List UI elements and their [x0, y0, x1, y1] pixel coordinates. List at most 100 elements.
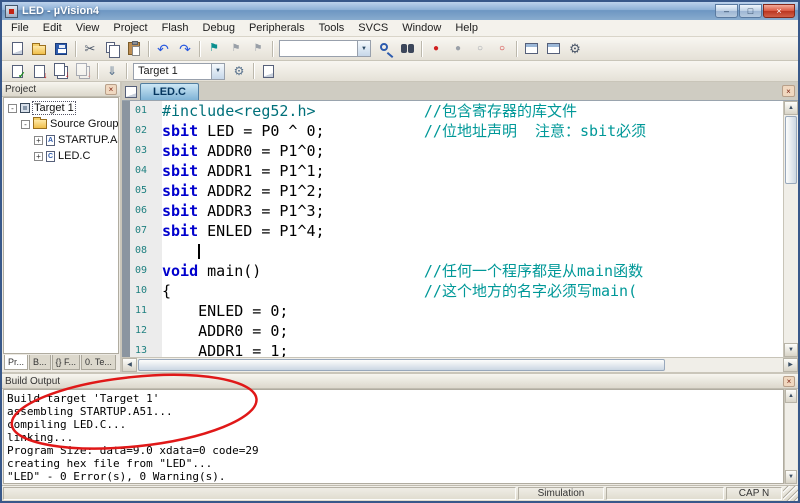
rebuild-all-button[interactable]: [50, 61, 72, 81]
panel-tab-pr[interactable]: Pr...: [4, 355, 28, 370]
build-output-window-button[interactable]: [542, 39, 564, 59]
find-in-files-button[interactable]: [396, 39, 418, 59]
batch-build-button[interactable]: [72, 61, 94, 81]
build-output-close-icon[interactable]: ×: [783, 376, 795, 387]
build-target-button[interactable]: [28, 61, 50, 81]
project-tree[interactable]: -Target 1-Source Group 1+ASTARTUP.A51+CL…: [3, 97, 119, 354]
vertical-scroll-thumb[interactable]: [785, 116, 797, 184]
resize-grip[interactable]: [783, 486, 798, 501]
tree-item-target-1[interactable]: -Target 1: [4, 100, 118, 116]
editor-code[interactable]: 01#include<reg52.h> //包含寄存器的库文件02sbit LE…: [122, 101, 783, 357]
editor-horizontal-scrollbar[interactable]: ◀ ▶: [122, 357, 798, 372]
scroll-track[interactable]: [784, 185, 798, 343]
bookmark-prev-button[interactable]: ⚑: [225, 39, 247, 59]
build-output-window-icon: [547, 43, 560, 54]
find-button[interactable]: [374, 39, 396, 59]
breakpoint-enable-all-button[interactable]: ○: [469, 39, 491, 59]
undo-icon: ↶: [157, 42, 169, 56]
menu-file[interactable]: File: [4, 20, 36, 36]
menu-edit[interactable]: Edit: [36, 20, 69, 36]
cut-button[interactable]: ✂: [79, 39, 101, 59]
close-button[interactable]: ×: [763, 4, 795, 18]
scroll-down-icon[interactable]: ▼: [784, 343, 798, 357]
menu-help[interactable]: Help: [448, 20, 485, 36]
code-line-08[interactable]: 08: [122, 241, 783, 261]
breakpoint-kill-all-icon: ○: [499, 44, 505, 54]
build-output-line: Program Size: data=9.0 xdata=0 code=29: [7, 444, 780, 457]
chevron-down-icon[interactable]: ▼: [357, 41, 370, 56]
code-line-02[interactable]: 02sbit LED = P0 ^ 0; //位地址声明 注意：sbit必须: [122, 121, 783, 141]
bookmark-next-button[interactable]: ⚑: [247, 39, 269, 59]
code-text: sbit ADDR0 = P1^0;: [162, 141, 325, 161]
menu-project[interactable]: Project: [106, 20, 154, 36]
collapse-icon[interactable]: -: [21, 120, 30, 129]
scroll-right-icon[interactable]: ▶: [783, 358, 798, 372]
breakpoint-kill-all-button[interactable]: ○: [491, 39, 513, 59]
maximize-button[interactable]: □: [739, 4, 762, 18]
code-line-05[interactable]: 05sbit ADDR2 = P1^2;: [122, 181, 783, 201]
code-line-06[interactable]: 06sbit ADDR3 = P1^3;: [122, 201, 783, 221]
titlebar[interactable]: LED - µVision4 – □ ×: [2, 2, 798, 20]
copy-button[interactable]: [101, 39, 123, 59]
new-file-button[interactable]: [6, 39, 28, 59]
target-select[interactable]: Target 1▼: [133, 63, 225, 80]
breakpoint-disable-button[interactable]: ●: [447, 39, 469, 59]
menu-debug[interactable]: Debug: [196, 20, 242, 36]
code-line-04[interactable]: 04sbit ADDR1 = P1^1;: [122, 161, 783, 181]
project-window-button[interactable]: [520, 39, 542, 59]
code-line-10[interactable]: 10{ //这个地方的名字必须写main(: [122, 281, 783, 301]
scroll-up-icon[interactable]: ▲: [784, 101, 798, 115]
code-line-13[interactable]: 13 ADDR1 = 1;: [122, 341, 783, 357]
paste-button[interactable]: [123, 39, 145, 59]
scroll-up-icon[interactable]: ▲: [785, 389, 797, 403]
save-all-button[interactable]: [50, 39, 72, 59]
editor-vertical-scrollbar[interactable]: ▲ ▼: [783, 101, 798, 357]
code-line-03[interactable]: 03sbit ADDR0 = P1^0;: [122, 141, 783, 161]
code-line-01[interactable]: 01#include<reg52.h> //包含寄存器的库文件: [122, 101, 783, 121]
scroll-track[interactable]: [666, 358, 783, 372]
project-close-icon[interactable]: ×: [105, 84, 117, 95]
minimize-button[interactable]: –: [715, 4, 738, 18]
chevron-down-icon[interactable]: ▼: [211, 64, 224, 79]
find-combo[interactable]: ▼: [279, 40, 371, 57]
options-for-target-button[interactable]: ⚙: [228, 61, 250, 81]
scroll-left-icon[interactable]: ◀: [122, 358, 137, 372]
build-output-text[interactable]: Build target 'Target 1'assembling STARTU…: [3, 389, 784, 484]
configure-button[interactable]: ⚙: [564, 39, 586, 59]
bookmark-toggle-button[interactable]: ⚑: [203, 39, 225, 59]
manage-components-button[interactable]: [257, 61, 279, 81]
code-line-11[interactable]: 11 ENLED = 0;: [122, 301, 783, 321]
menu-tools[interactable]: Tools: [312, 20, 352, 36]
editor-close-icon[interactable]: ×: [782, 85, 795, 97]
translate-file-button[interactable]: [6, 61, 28, 81]
redo-button[interactable]: ↷: [174, 39, 196, 59]
tree-item-startup-a51[interactable]: +ASTARTUP.A51: [4, 132, 118, 148]
expand-icon[interactable]: +: [34, 136, 43, 145]
menu-flash[interactable]: Flash: [155, 20, 196, 36]
tree-item-source-group-1[interactable]: -Source Group 1: [4, 116, 118, 132]
build-output-line: assembling STARTUP.A51...: [7, 405, 780, 418]
menu-svcs[interactable]: SVCS: [351, 20, 395, 36]
horizontal-scroll-thumb[interactable]: [138, 359, 665, 371]
code-line-07[interactable]: 07sbit ENLED = P1^4;: [122, 221, 783, 241]
tree-item-led-c[interactable]: +CLED.C: [4, 148, 118, 164]
editor-tab-ledc[interactable]: LED.C: [140, 83, 199, 100]
panel-tab-f[interactable]: {} F...: [52, 355, 81, 370]
panel-tab-b[interactable]: B...: [29, 355, 51, 370]
undo-button[interactable]: ↶: [152, 39, 174, 59]
code-line-12[interactable]: 12 ADDR0 = 0;: [122, 321, 783, 341]
download-to-flash-button[interactable]: ⇓: [101, 61, 123, 81]
panel-tab-te[interactable]: 0. Te...: [81, 355, 116, 370]
collapse-icon[interactable]: -: [8, 104, 17, 113]
expand-icon[interactable]: +: [34, 152, 43, 161]
code-line-09[interactable]: 09void main() //任何一个程序都是从main函数: [122, 261, 783, 281]
breakpoint-toggle-button[interactable]: ●: [425, 39, 447, 59]
code-text: void main() //任何一个程序都是从main函数: [162, 261, 643, 281]
menu-window[interactable]: Window: [395, 20, 448, 36]
menu-peripherals[interactable]: Peripherals: [242, 20, 312, 36]
scroll-track[interactable]: [785, 403, 797, 470]
open-file-button[interactable]: [28, 39, 50, 59]
build-output-scrollbar[interactable]: ▲ ▼: [784, 389, 797, 484]
menu-view[interactable]: View: [69, 20, 107, 36]
scroll-down-icon[interactable]: ▼: [785, 470, 797, 484]
